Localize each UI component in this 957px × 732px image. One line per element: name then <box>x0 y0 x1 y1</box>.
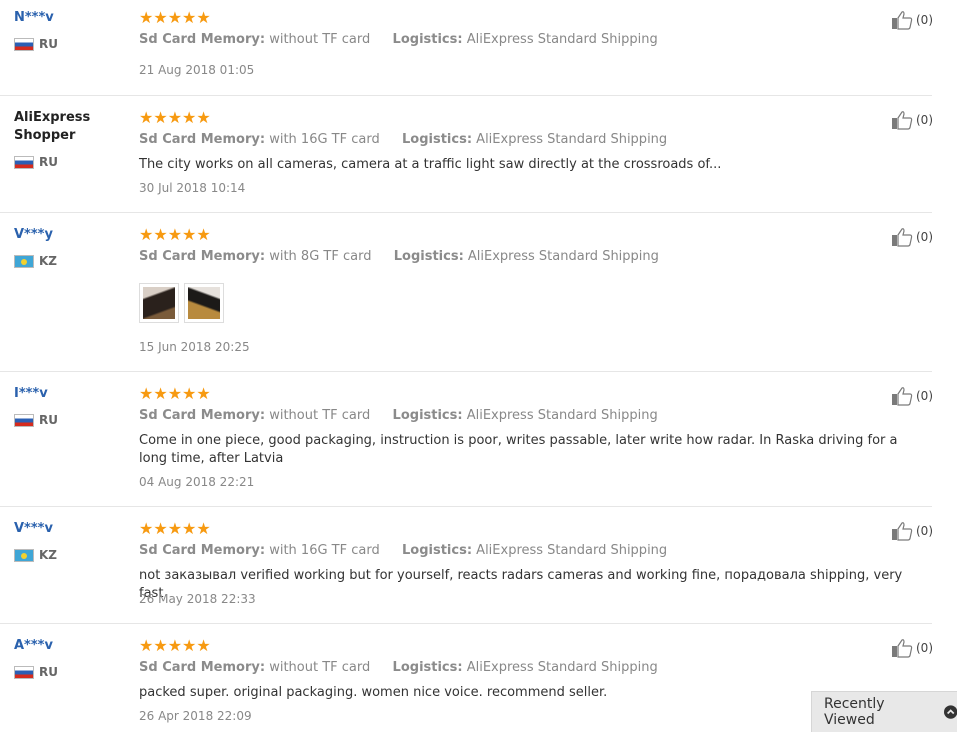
review-attributes: Sd Card Memory: without TF card Logistic… <box>139 408 658 423</box>
recently-viewed-button[interactable]: Recently Viewed <box>811 691 957 732</box>
reviewer-name: AliExpress Shopper <box>14 110 91 143</box>
thumbs-up-icon <box>892 639 913 658</box>
reviewer-name[interactable]: N***v <box>14 9 54 27</box>
reviewer-country: RU <box>14 155 58 169</box>
rating-stars: ★★★★★ <box>139 384 211 403</box>
helpful-count: (0) <box>916 641 933 655</box>
sd-card-label: Sd Card Memory: <box>139 32 266 47</box>
review-attributes: Sd Card Memory: without TF card Logistic… <box>139 32 658 47</box>
rating-stars: ★★★★★ <box>139 519 211 538</box>
kazakhstan-flag-icon <box>14 548 34 562</box>
thumbs-up-icon <box>892 228 913 247</box>
reviewer-name[interactable]: V***y <box>14 226 53 244</box>
review-photo-thumbnail[interactable] <box>184 283 224 323</box>
sd-card-label: Sd Card Memory: <box>139 132 266 147</box>
review-date: 21 Aug 2018 01:05 <box>139 63 255 77</box>
reviewer-country: RU <box>14 665 58 679</box>
country-code: KZ <box>39 548 57 562</box>
review-date: 04 Aug 2018 22:21 <box>139 475 255 489</box>
reviewer-name[interactable]: V***v <box>14 520 53 538</box>
helpful-count: (0) <box>916 389 933 403</box>
logistics-value: AliExpress Standard Shipping <box>466 32 658 47</box>
rating-stars: ★★★★★ <box>139 225 211 244</box>
russia-flag-icon <box>14 37 34 51</box>
russia-flag-icon <box>14 155 34 169</box>
reviewer-name[interactable]: I***v <box>14 385 48 403</box>
logistics-value: AliExpress Standard Shipping <box>466 408 658 423</box>
sd-card-label: Sd Card Memory: <box>139 408 266 423</box>
review-photos <box>139 283 224 323</box>
logistics-label: Logistics: <box>392 660 463 675</box>
thumbs-up-icon <box>892 111 913 130</box>
review-divider <box>0 371 932 372</box>
review-attributes: Sd Card Memory: with 16G TF card Logisti… <box>139 543 667 558</box>
helpful-button[interactable]: (0) <box>891 227 933 247</box>
reviewer-name[interactable]: A***v <box>14 637 53 655</box>
logistics-label: Logistics: <box>392 32 463 47</box>
thumbs-up-icon <box>892 522 913 541</box>
rating-stars: ★★★★★ <box>139 108 211 127</box>
helpful-button[interactable]: (0) <box>891 638 933 658</box>
sd-card-label: Sd Card Memory: <box>139 543 266 558</box>
reviewer-country: RU <box>14 413 58 427</box>
sd-card-value: without TF card <box>269 660 371 675</box>
review-photo-thumbnail[interactable] <box>139 283 179 323</box>
sd-card-value: without TF card <box>269 408 371 423</box>
rating-stars: ★★★★★ <box>139 636 211 655</box>
helpful-button[interactable]: (0) <box>891 521 933 541</box>
sd-card-value: with 16G TF card <box>269 543 380 558</box>
helpful-button[interactable]: (0) <box>891 110 933 130</box>
review-divider <box>0 623 932 624</box>
sd-card-value: with 8G TF card <box>269 249 372 264</box>
thumbs-up-icon <box>892 11 913 30</box>
review-attributes: Sd Card Memory: with 16G TF card Logisti… <box>139 132 667 147</box>
reviewer-country: RU <box>14 37 58 51</box>
sd-card-value: with 16G TF card <box>269 132 380 147</box>
helpful-count: (0) <box>916 230 933 244</box>
helpful-count: (0) <box>916 13 933 27</box>
thumbs-up-icon <box>892 387 913 406</box>
sd-card-label: Sd Card Memory: <box>139 660 266 675</box>
logistics-label: Logistics: <box>392 408 463 423</box>
country-code: RU <box>39 665 58 679</box>
logistics-value: AliExpress Standard Shipping <box>476 132 668 147</box>
review-attributes: Sd Card Memory: with 8G TF card Logistic… <box>139 249 659 264</box>
review-comment: not заказывал verified working but for y… <box>139 568 903 601</box>
review-attributes: Sd Card Memory: without TF card Logistic… <box>139 660 658 675</box>
logistics-value: AliExpress Standard Shipping <box>476 543 668 558</box>
chevron-up-circle-icon <box>943 705 957 719</box>
review-date: 26 May 2018 22:33 <box>139 592 256 606</box>
recently-viewed-label: Recently Viewed <box>824 696 885 728</box>
helpful-button[interactable]: (0) <box>891 386 933 406</box>
helpful-count: (0) <box>916 524 933 538</box>
logistics-label: Logistics: <box>402 543 473 558</box>
helpful-count: (0) <box>916 113 933 127</box>
kazakhstan-flag-icon <box>14 254 34 268</box>
sd-card-label: Sd Card Memory: <box>139 249 266 264</box>
country-code: RU <box>39 37 58 51</box>
country-code: RU <box>39 155 58 169</box>
sd-card-value: without TF card <box>269 32 371 47</box>
helpful-button[interactable]: (0) <box>891 10 933 30</box>
review-comment: Come in one piece, good packaging, instr… <box>139 433 898 466</box>
logistics-value: AliExpress Standard Shipping <box>466 660 658 675</box>
review-divider <box>0 506 932 507</box>
russia-flag-icon <box>14 413 34 427</box>
review-date: 26 Apr 2018 22:09 <box>139 709 252 723</box>
rating-stars: ★★★★★ <box>139 8 211 27</box>
reviewer-country: KZ <box>14 548 57 562</box>
review-divider <box>0 212 932 213</box>
review-comment: The city works on all cameras, camera at… <box>139 157 722 172</box>
review-date: 15 Jun 2018 20:25 <box>139 340 250 354</box>
country-code: KZ <box>39 254 57 268</box>
logistics-label: Logistics: <box>402 132 473 147</box>
logistics-value: AliExpress Standard Shipping <box>467 249 659 264</box>
reviewer-country: KZ <box>14 254 57 268</box>
russia-flag-icon <box>14 665 34 679</box>
review-divider <box>0 95 932 96</box>
review-date: 30 Jul 2018 10:14 <box>139 181 246 195</box>
country-code: RU <box>39 413 58 427</box>
logistics-label: Logistics: <box>393 249 464 264</box>
